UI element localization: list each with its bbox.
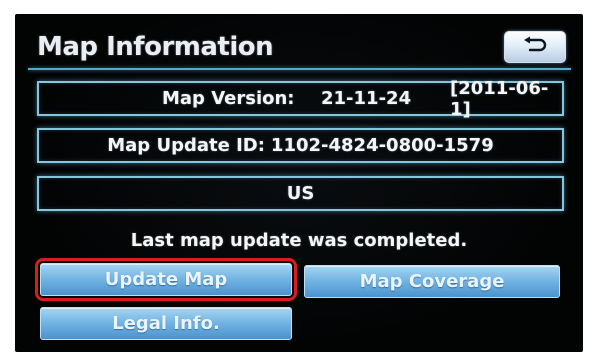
map-version-date: [2011-06-1] — [450, 77, 549, 120]
map-coverage-button[interactable]: Map Coverage — [304, 265, 560, 298]
update-status-message: Last map update was completed. — [130, 230, 468, 251]
map-region-value: US — [286, 183, 315, 204]
map-region-row: US — [37, 176, 564, 211]
page-title: Map Information — [37, 32, 274, 62]
map-update-id-value: 1102-4824-0800-1579 — [270, 135, 494, 156]
map-information-screen: Map Information Map Version: 21-11-24 [2… — [15, 14, 583, 352]
return-arrow-icon — [522, 36, 548, 58]
map-version-label: Map Version: — [162, 88, 295, 109]
legal-info-label: Legal Info. — [112, 313, 220, 334]
map-update-id-label: Map Update ID: — [107, 135, 265, 156]
map-version-row: Map Version: 21-11-24 [2011-06-1] — [37, 78, 564, 120]
back-button[interactable] — [504, 31, 566, 63]
legal-info-button[interactable]: Legal Info. — [40, 307, 292, 340]
map-update-id-row: Map Update ID: 1102-4824-0800-1579 — [37, 128, 564, 163]
update-map-button[interactable]: Update Map — [35, 258, 297, 301]
map-version-value: 21-11-24 — [321, 88, 412, 109]
update-map-label: Update Map — [104, 269, 228, 290]
map-coverage-label: Map Coverage — [359, 271, 505, 292]
header-divider — [28, 68, 571, 70]
